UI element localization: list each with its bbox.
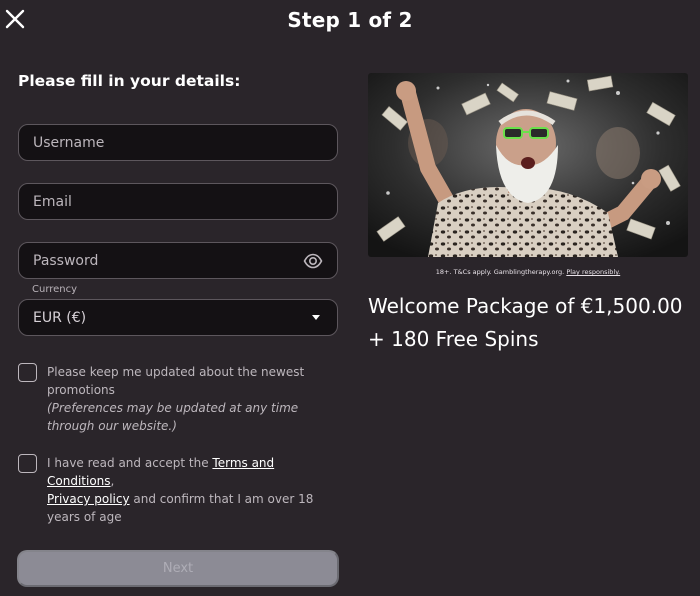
terms-checkbox[interactable] xyxy=(18,454,37,473)
promotions-checkbox[interactable] xyxy=(18,363,37,382)
promotions-consent-note: (Preferences may be updated at any time … xyxy=(47,401,299,433)
terms-consent-row: I have read and accept the Terms and Con… xyxy=(18,454,340,526)
promo-hero-image xyxy=(368,73,688,257)
promotions-consent-text: Please keep me updated about the newest … xyxy=(47,363,339,435)
page-title: Step 1 of 2 xyxy=(287,8,413,32)
privacy-policy-link[interactable]: Privacy policy xyxy=(47,492,130,506)
promotions-consent-row: Please keep me updated about the newest … xyxy=(18,363,340,435)
promo-line-1: Welcome Package of €1,500.00 xyxy=(368,294,683,318)
currency-value: EUR (€) xyxy=(33,309,87,326)
password-input[interactable] xyxy=(19,243,337,278)
chevron-down-icon xyxy=(312,315,320,320)
password-field[interactable] xyxy=(18,242,338,279)
disclaimer-text: 18+. T&Cs apply. Gamblingtherapy.org. xyxy=(435,268,567,276)
currency-label: Currency xyxy=(32,284,78,295)
play-responsibly-link[interactable]: Play responsibly. xyxy=(566,268,620,276)
currency-select[interactable]: EUR (€) xyxy=(18,299,338,336)
terms-consent-comma: , xyxy=(110,474,115,488)
promo-panel: 18+. T&Cs apply. Gamblingtherapy.org. Pl… xyxy=(368,73,688,356)
registration-form: Please fill in your details: Currency EU… xyxy=(18,72,340,526)
username-field[interactable] xyxy=(18,124,338,161)
terms-consent-text: I have read and accept the Terms and Con… xyxy=(47,454,339,526)
terms-consent-prefix: I have read and accept the xyxy=(47,456,213,470)
disclaimer: 18+. T&Cs apply. Gamblingtherapy.org. Pl… xyxy=(368,268,688,276)
username-input[interactable] xyxy=(19,125,337,160)
form-heading: Please fill in your details: xyxy=(18,72,241,90)
email-input[interactable] xyxy=(19,184,337,219)
welcome-package-text: Welcome Package of €1,500.00 + 180 Free … xyxy=(368,290,688,356)
email-field[interactable] xyxy=(18,183,338,220)
next-button[interactable]: Next xyxy=(17,550,339,587)
eye-icon[interactable] xyxy=(303,252,323,270)
promotions-consent-label: Please keep me updated about the newest … xyxy=(47,365,305,397)
promo-line-2: + 180 Free Spins xyxy=(368,327,539,351)
